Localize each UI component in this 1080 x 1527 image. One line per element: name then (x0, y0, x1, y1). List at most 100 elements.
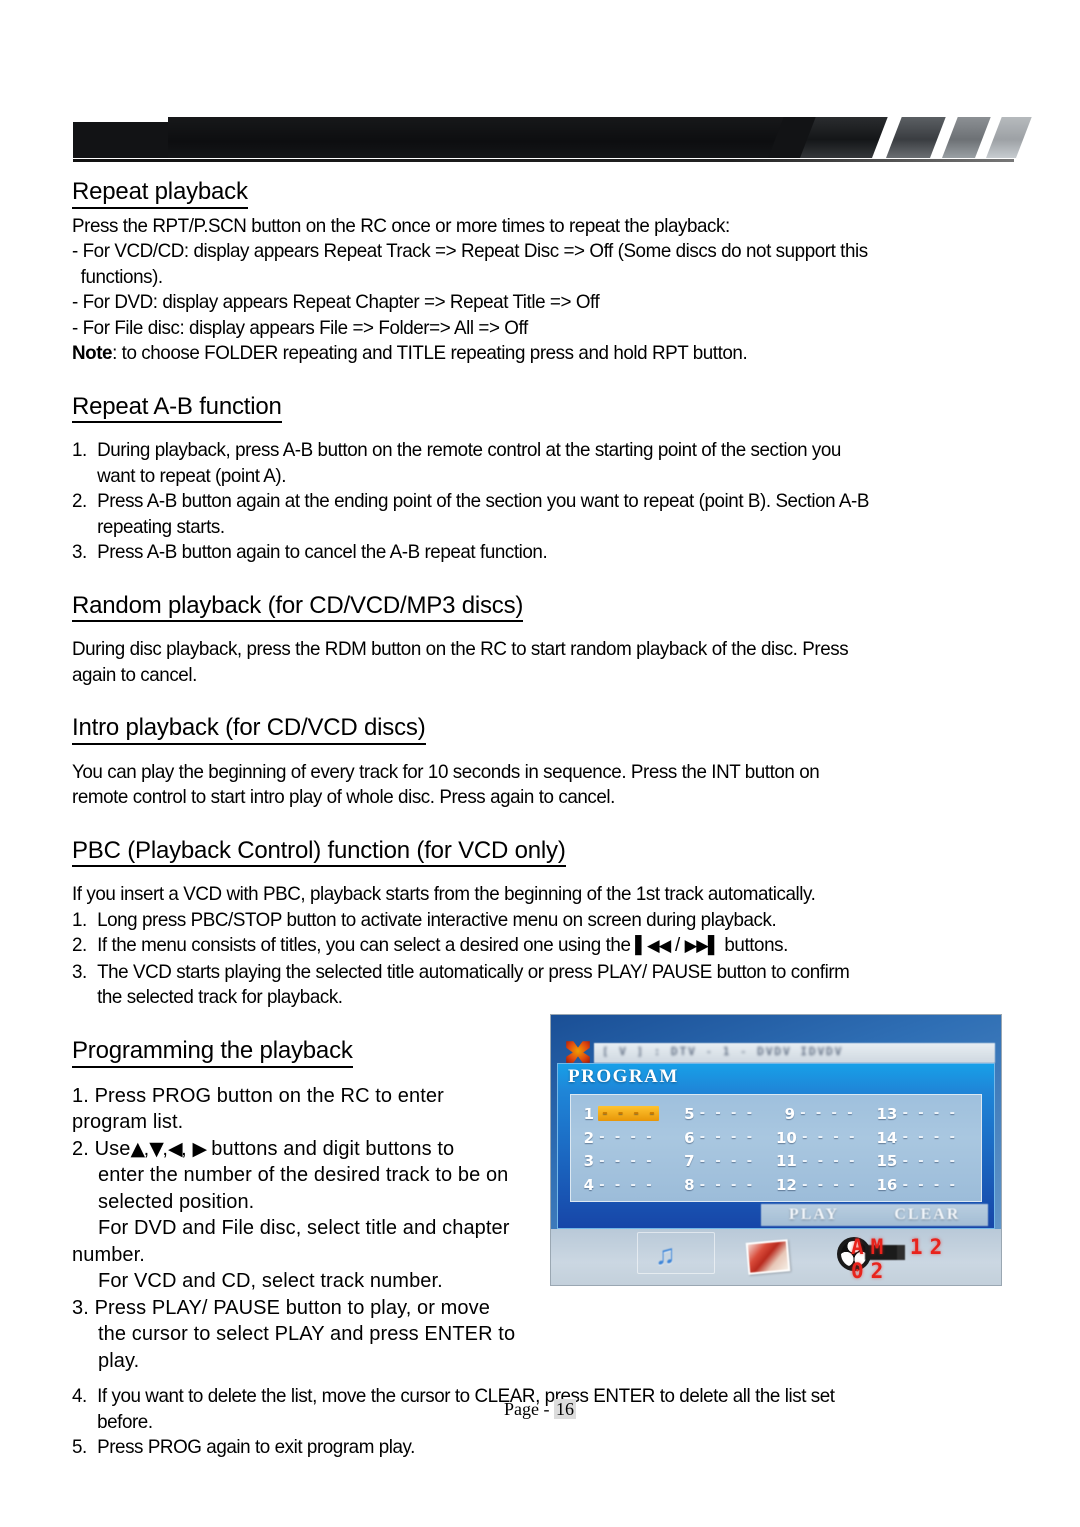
program-slot-number: 16 (876, 1176, 898, 1195)
program-slot-value: - - - - (800, 1130, 856, 1146)
page-number: 16 (553, 1399, 576, 1419)
page-footer-label: Page - (504, 1399, 550, 1419)
program-menu-photo: [ V ] : DTV - 1 - DVDV IDVDV PROGRAM 1- … (551, 1015, 1001, 1285)
programming-list-bottom: 4. If you want to delete the list, move … (72, 1384, 1024, 1461)
document-page: Repeat playback Press the RPT/P.SCN butt… (0, 0, 1080, 1527)
pbc-intro-line: If you insert a VCD with PBC, playback s… (72, 883, 816, 906)
section-title-random-playback: Random playback (for CD/VCD/MP3 discs) (72, 592, 523, 623)
section-title-programming: Programming the playback (72, 1037, 353, 1068)
list-item: 3. The VCD starts playing the selected t… (72, 960, 991, 1011)
program-slot[interactable]: 10- - - - (776, 1126, 877, 1150)
program-slot-value: - - - - (901, 1177, 957, 1193)
play-button[interactable]: PLAY (789, 1206, 839, 1224)
list-item: 3. Press A-B button again to cancel the … (72, 540, 991, 566)
program-slot-value: - - - - (901, 1130, 957, 1146)
program-slot[interactable]: 15- - - - (877, 1150, 978, 1174)
program-panel-title: PROGRAM (568, 1066, 679, 1087)
list-item-line-2: want to repeat (point A). (97, 464, 287, 487)
banner-stripe-3 (942, 117, 991, 158)
programming-list-top: 1. Press PROG button on the RC to enter … (72, 1083, 540, 1375)
list-item-line-4: For DVD and File disc, select title and … (98, 1217, 510, 1240)
program-slot-number: 5 (684, 1104, 695, 1123)
list-item-line-2: program list. (72, 1111, 184, 1134)
list-item-line-2: repeating starts. (97, 515, 225, 538)
list-marker: 5. (72, 1436, 87, 1459)
clear-button[interactable]: CLEAR (894, 1206, 960, 1224)
program-slot-value: - - - - (698, 1177, 754, 1193)
list-item-line-6: For VCD and CD, select track number. (98, 1270, 443, 1293)
random-playback-line-1: During disc playback, press the RDM butt… (72, 638, 849, 661)
list-item-line-1: Press A-B button again to cancel the A-B… (97, 541, 548, 564)
program-slot[interactable]: 3- - - - (575, 1150, 676, 1174)
note-label: Note (72, 342, 113, 365)
program-slot-value: - - - - (598, 1130, 653, 1146)
list-item-line-3: selected position. (98, 1190, 255, 1213)
page-footer: Page - 16 (0, 1399, 1080, 1420)
next-track-icon: ▶▶▌ (684, 936, 721, 957)
program-grid: 1- - - - 5- - - - 9- - - - 13- - - - 2- … (570, 1094, 982, 1202)
repeat-playback-note: Note: to choose FOLDER repeating and TIT… (72, 341, 991, 367)
list-item-line-1: Press PLAY/ PAUSE button to play, or mov… (94, 1296, 490, 1319)
music-note-icon: ♫ (655, 1239, 676, 1270)
program-slot-value: - - - - (698, 1106, 754, 1122)
program-slot[interactable]: 16- - - - (877, 1173, 978, 1197)
program-slot[interactable]: 4- - - - (575, 1173, 676, 1197)
program-slot[interactable]: 12- - - - (776, 1173, 877, 1197)
program-slot[interactable]: 13- - - - (877, 1102, 978, 1126)
list-item-line-2: the selected track for playback. (97, 986, 343, 1009)
section-repeat-playback: Repeat playback Press the RPT/P.SCN butt… (72, 178, 1024, 367)
section-title-repeat-ab: Repeat A-B function (72, 393, 282, 424)
program-slot-number: 2 (583, 1128, 594, 1147)
list-item: 1. During playback, press A-B button on … (72, 438, 991, 489)
program-slot-value: - - - - (901, 1106, 957, 1122)
program-slot-value: - - - - (598, 1177, 653, 1193)
intro-playback-line-1: You can play the beginning of every trac… (72, 760, 820, 783)
section-title-intro-playback: Intro playback (for CD/VCD discs) (72, 714, 426, 745)
section-title-repeat-playback: Repeat playback (72, 178, 248, 209)
program-slot[interactable]: 1- - - - (575, 1102, 676, 1126)
program-slot[interactable]: 14- - - - (877, 1126, 978, 1150)
program-slot-value: - - - - (698, 1130, 754, 1146)
program-slot[interactable]: 7- - - - (676, 1150, 777, 1174)
list-item-line-1: Press PROG button on the RC to enter (94, 1084, 444, 1107)
banner-baseline (73, 159, 1014, 162)
list-item-text-after: buttons. (724, 934, 788, 957)
program-slot[interactable]: 9- - - - (776, 1102, 877, 1126)
section-intro-playback: Intro playback (for CD/VCD discs) You ca… (72, 714, 1024, 811)
program-slot[interactable]: 11- - - - (776, 1150, 877, 1174)
list-item-line-1: The VCD starts playing the selected titl… (97, 960, 850, 983)
list-item-text-after: buttons and digit buttons to (211, 1137, 455, 1160)
program-slot-number: 11 (776, 1152, 797, 1171)
banner-bar-main (168, 117, 786, 158)
list-item: 2. Use▲,▼,◀, ▶ buttons and digit buttons… (72, 1137, 510, 1293)
program-slot-number: 12 (776, 1176, 797, 1195)
list-item-text-before: If the menu consists of titles, you can … (97, 934, 631, 957)
list-marker: 1. (72, 908, 87, 931)
tv-status-bar: [ V ] : DTV - 1 - DVDV IDVDV (594, 1043, 995, 1063)
repeat-playback-line-5: - For File disc: display appears File =>… (72, 316, 528, 339)
list-marker: 2. (72, 934, 87, 957)
random-playback-line-2: again to cancel. (72, 663, 197, 686)
list-item-line-3: play. (98, 1349, 140, 1372)
program-slot-number: 13 (876, 1104, 898, 1123)
program-slot[interactable]: 6- - - - (676, 1126, 777, 1150)
list-item-line-2: the cursor to select PLAY and press ENTE… (98, 1323, 516, 1346)
program-slot[interactable]: 8- - - - (676, 1173, 777, 1197)
tv-media-tray: ♫ AM 12 02 (551, 1229, 1001, 1285)
program-slot[interactable]: 2- - - - (575, 1126, 676, 1150)
list-marker: 1. (72, 439, 87, 462)
use-word: Use (94, 1137, 131, 1160)
program-slot-number: 3 (583, 1152, 594, 1171)
banner-stripe-2 (886, 117, 946, 158)
arrow-right-icon: ▶ (192, 1137, 207, 1160)
list-item: 1. Long press PBC/STOP button to activat… (72, 908, 991, 934)
program-slot-value: - - - - (800, 1177, 856, 1193)
list-item-line-1: Press A-B button again at the ending poi… (97, 490, 869, 513)
section-title-pbc: PBC (Playback Control) function (for VCD… (72, 837, 566, 868)
program-slot[interactable]: 5- - - - (676, 1102, 777, 1126)
program-slot-value: - - - - (598, 1106, 659, 1122)
intro-playback-line-2: remote control to start intro play of wh… (72, 786, 615, 809)
repeat-playback-line-2: - For VCD/CD: display appears Repeat Tra… (72, 240, 868, 263)
list-item-line-2: enter the number of the desired track to… (98, 1164, 509, 1187)
note-text: : to choose FOLDER repeating and TITLE r… (112, 342, 748, 365)
